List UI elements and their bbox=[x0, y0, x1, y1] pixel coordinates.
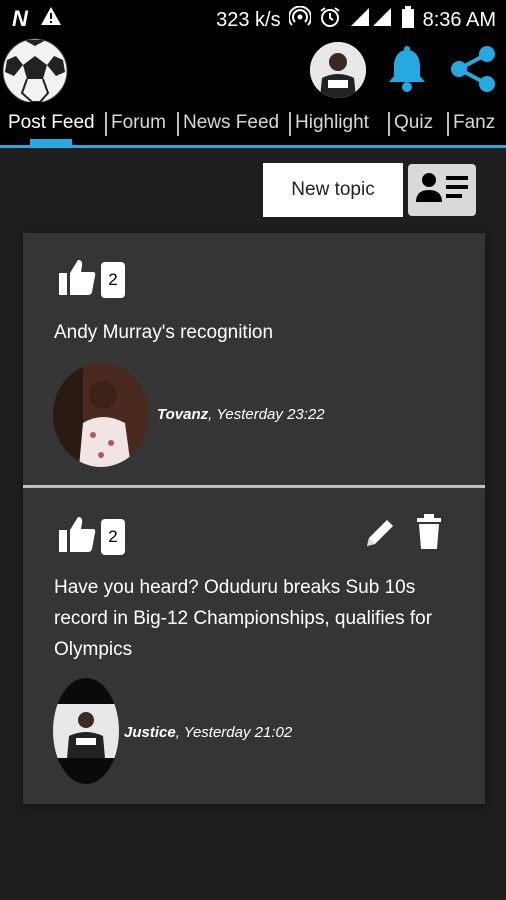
tab-quiz[interactable]: Quiz bbox=[387, 110, 433, 136]
post-meta: Justice, Yesterday 21:02 bbox=[124, 724, 292, 741]
thumbs-up-icon[interactable] bbox=[57, 514, 97, 559]
soccer-ball-icon bbox=[2, 38, 68, 104]
like-count: 2 bbox=[101, 261, 125, 298]
profile-avatar[interactable] bbox=[310, 42, 366, 98]
tab-forum[interactable]: Forum bbox=[105, 110, 166, 136]
battery-icon bbox=[401, 6, 415, 34]
like-count: 2 bbox=[101, 518, 125, 555]
app-bar bbox=[0, 36, 506, 104]
tab-fanz[interactable]: Fanz bbox=[446, 110, 495, 136]
hotspot-icon bbox=[287, 5, 312, 34]
tab-post-feed[interactable]: Post Feed bbox=[8, 110, 95, 136]
alarm-icon bbox=[319, 6, 341, 34]
post-time: , Yesterday 23:22 bbox=[208, 406, 325, 423]
tab-bar: Post Feed Forum News Feed Highlight Quiz… bbox=[0, 102, 506, 148]
warning-icon bbox=[40, 6, 62, 31]
contact-card-icon bbox=[408, 173, 476, 220]
post-time: , Yesterday 21:02 bbox=[175, 724, 293, 741]
author-avatar[interactable] bbox=[53, 363, 149, 467]
author-name[interactable]: Tovanz bbox=[157, 406, 208, 423]
post-card[interactable]: 2 Have you heard? Oduduru breaks Sub 10s… bbox=[23, 488, 485, 804]
author-avatar[interactable] bbox=[53, 678, 119, 784]
author-name[interactable]: Justice bbox=[124, 724, 176, 741]
like-control[interactable]: 2 bbox=[57, 257, 125, 302]
bell-icon[interactable] bbox=[386, 46, 428, 97]
signal-icon bbox=[349, 6, 393, 34]
status-bar: N 323 k/s 8:36 AM bbox=[0, 0, 506, 36]
share-icon[interactable] bbox=[448, 44, 498, 99]
contact-card-button[interactable] bbox=[408, 164, 476, 216]
clock: 8:36 AM bbox=[422, 8, 496, 31]
like-control[interactable]: 2 bbox=[57, 514, 125, 559]
network-speed: 323 k/s bbox=[216, 8, 281, 31]
new-topic-button[interactable]: New topic bbox=[263, 163, 403, 217]
tab-news-feed[interactable]: News Feed bbox=[176, 110, 279, 136]
n-icon: N bbox=[12, 5, 28, 31]
edit-pencil-icon[interactable] bbox=[363, 516, 397, 555]
tab-highlight[interactable]: Highlight bbox=[289, 110, 369, 136]
active-tab-indicator bbox=[30, 139, 72, 145]
post-meta: Tovanz, Yesterday 23:22 bbox=[157, 406, 325, 423]
post-card[interactable]: 2 Andy Murray's recognition Tovanz, Yest… bbox=[23, 233, 485, 485]
thumbs-up-icon[interactable] bbox=[57, 257, 97, 302]
post-title: Andy Murray's recognition bbox=[54, 322, 274, 343]
delete-trash-icon[interactable] bbox=[415, 514, 443, 555]
post-title: Have you heard? Oduduru breaks Sub 10s r… bbox=[54, 577, 433, 660]
